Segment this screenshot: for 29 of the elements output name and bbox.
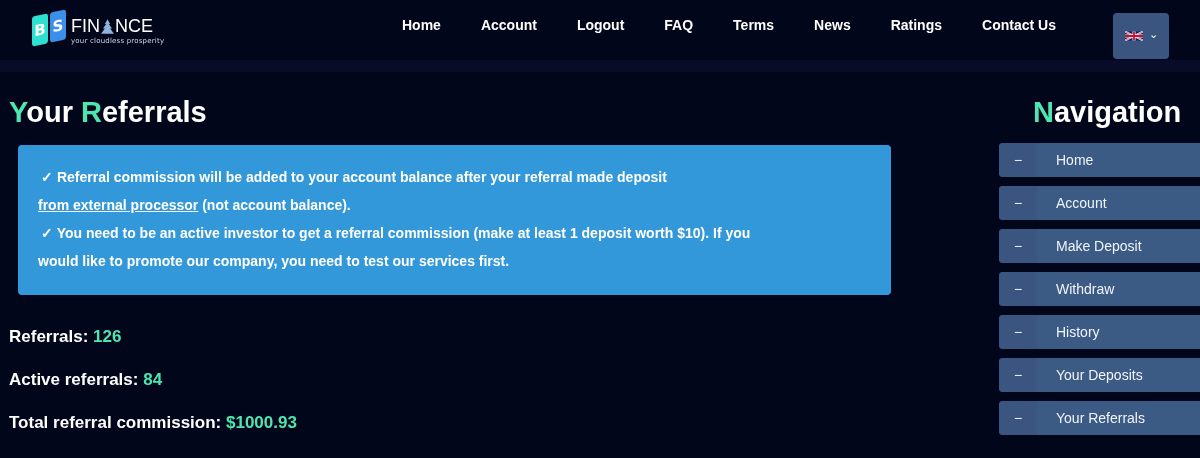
logo-letter: S [50, 9, 66, 43]
menu-link[interactable]: Contact Us [962, 17, 1076, 43]
navigation-item[interactable]: − Your Referrals [999, 401, 1200, 435]
logo-name: NCE [115, 15, 153, 37]
notice-text: ✓ Referral commission will be added to your account balance after your referral made deposit from external processor (not account balance). [38, 168, 668, 215]
navigation-item[interactable]: − Make Deposit [999, 229, 1200, 263]
language-button[interactable]: ⌄ [1113, 13, 1169, 59]
navigation-item[interactable]: − History [999, 315, 1200, 349]
menu-link[interactable]: Home [402, 17, 461, 43]
page-title: Your Referrals [9, 96, 208, 129]
navigation-item[interactable]: − Home [999, 143, 1200, 177]
navigation-item[interactable]: − Account [999, 186, 1200, 220]
stat-text: Referrals: 126 [9, 326, 123, 348]
menu-link[interactable]: Ratings [870, 17, 962, 43]
notice-text: ✓ You need to be an active investor to get a referral commission (make at least 1 deposit worth $10). If you would like to promote our company, you need to test our services first. [38, 224, 752, 271]
stat-text: Active referrals: 84 [9, 369, 164, 391]
menu-link[interactable]: Terms [713, 17, 795, 43]
menu-link[interactable]: Account [460, 17, 557, 43]
navigation-item[interactable]: − Your Deposits [999, 358, 1200, 392]
menu-link[interactable]: News [794, 17, 871, 43]
logo-letter: B [32, 13, 48, 47]
navigation-title: Navigation [1033, 96, 1183, 129]
logo-name: FIN [71, 15, 100, 37]
stat-text: Total referral commission: $1000.93 [9, 412, 298, 434]
tree-icon [101, 18, 114, 34]
menu-link[interactable]: FAQ [644, 17, 714, 43]
flag-icon [1124, 31, 1143, 41]
menu-link[interactable]: Logout [556, 17, 645, 43]
navigation-item[interactable]: − Withdraw [999, 272, 1200, 306]
